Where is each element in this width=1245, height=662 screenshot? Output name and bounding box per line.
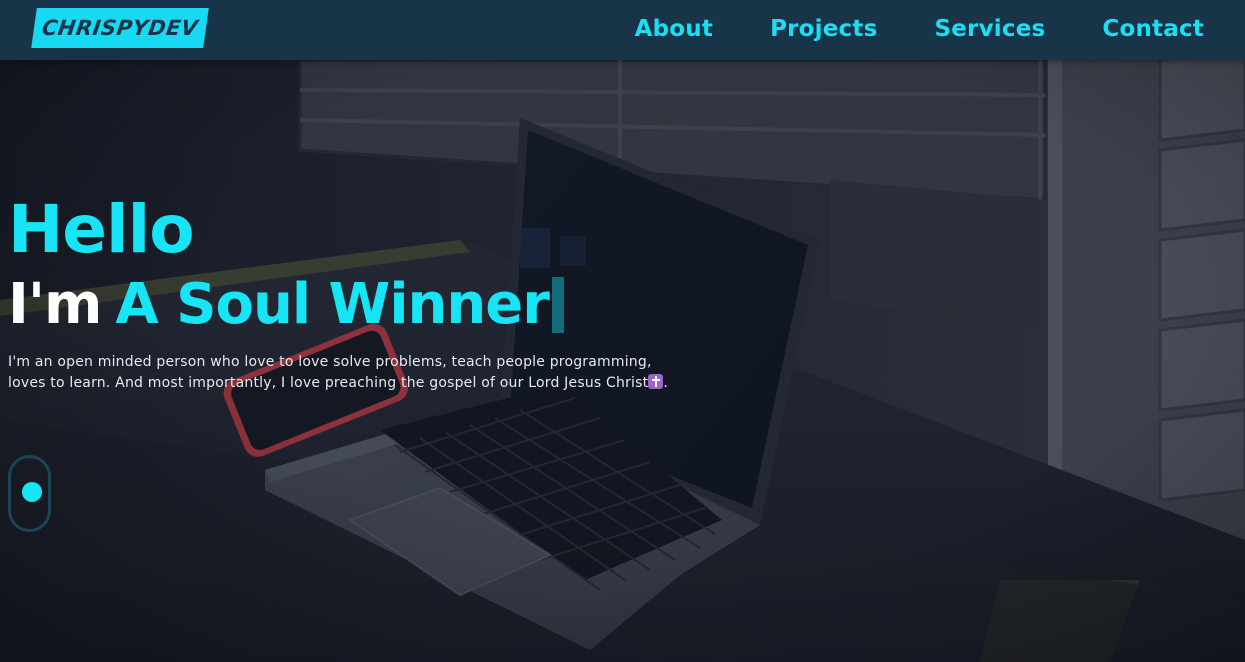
nav-link-services[interactable]: Services bbox=[934, 16, 1045, 42]
logo-text: CHRISPYDEV bbox=[40, 16, 200, 40]
scroll-indicator-icon[interactable] bbox=[8, 455, 51, 532]
nav-link-about[interactable]: About bbox=[635, 16, 713, 42]
hero-greeting: Hello bbox=[8, 191, 195, 268]
hero-typed-role: A Soul Winner bbox=[115, 272, 549, 337]
hero-section: Hello I'm A Soul Winner I'm an open mind… bbox=[8, 190, 728, 407]
latin-cross-icon bbox=[648, 373, 664, 389]
hero-bio-line-1: I'm an open minded person who love to lo… bbox=[8, 354, 652, 370]
logo-link[interactable]: CHRISPYDEV bbox=[31, 8, 209, 48]
navbar: CHRISPYDEV About Projects Services Conta… bbox=[0, 0, 1245, 60]
hero-intro-prefix: I'm bbox=[8, 272, 102, 337]
nav-link-contact[interactable]: Contact bbox=[1102, 16, 1204, 42]
nav-link-projects[interactable]: Projects bbox=[770, 16, 877, 42]
typing-cursor bbox=[551, 277, 564, 333]
hero-bio-end: . bbox=[663, 374, 668, 391]
hero-headline: I'm A Soul Winner bbox=[8, 272, 728, 338]
scroll-indicator-dot bbox=[22, 482, 42, 502]
hero-bio: I'm an open minded person who love to lo… bbox=[8, 352, 728, 393]
nav-menu: About Projects Services Contact bbox=[635, 0, 1204, 57]
hero-bio-line-2: loves to learn. And most importantly, I … bbox=[8, 374, 649, 391]
